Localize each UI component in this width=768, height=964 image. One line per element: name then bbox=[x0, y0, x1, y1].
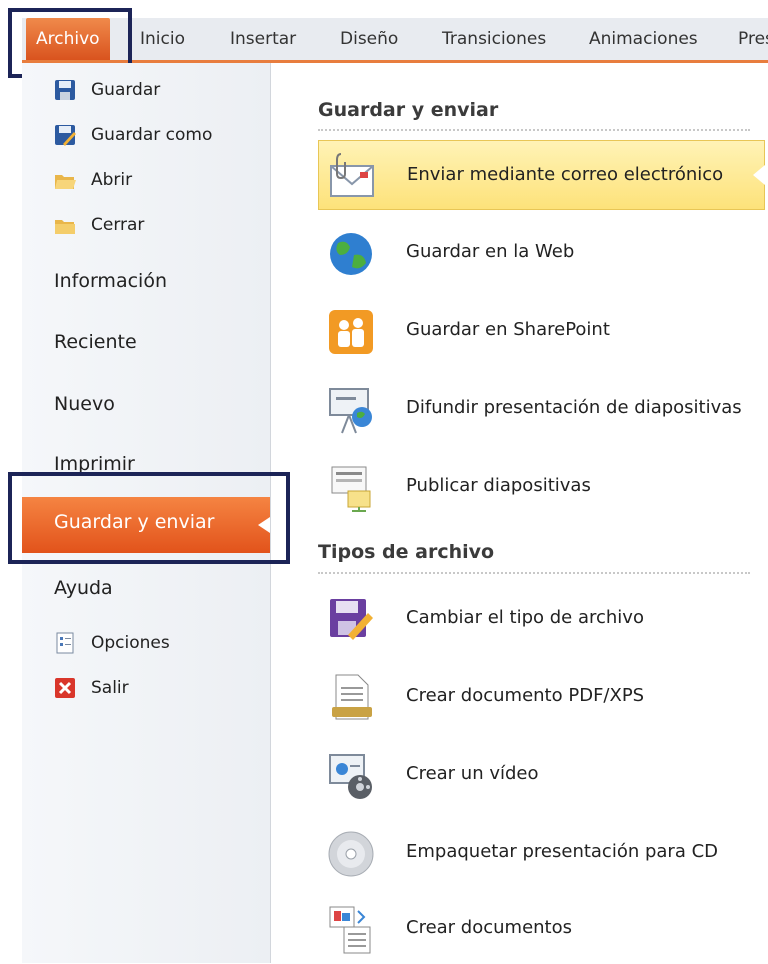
change-file-type-icon bbox=[326, 595, 376, 645]
tab-diseno[interactable]: Diseño bbox=[340, 18, 398, 60]
nav-nuevo[interactable]: Nuevo bbox=[54, 393, 115, 415]
tab-insertar[interactable]: Insertar bbox=[230, 18, 296, 60]
option-label: Crear documento PDF/XPS bbox=[406, 685, 645, 706]
nav-cerrar[interactable]: Cerrar bbox=[54, 210, 144, 240]
option-label: Difundir presentación de diapositivas bbox=[406, 397, 742, 418]
option-label: Cambiar el tipo de archivo bbox=[406, 607, 644, 628]
tab-presentacion[interactable]: Pres bbox=[738, 18, 768, 60]
video-icon bbox=[326, 751, 376, 801]
nav-informacion[interactable]: Información bbox=[54, 270, 167, 292]
sharepoint-icon bbox=[326, 307, 376, 357]
save-as-icon bbox=[54, 124, 76, 146]
nav-guardar-como[interactable]: Guardar como bbox=[54, 120, 212, 150]
exit-icon bbox=[54, 677, 76, 699]
option-cambiar-tipo[interactable]: Cambiar el tipo de archivo bbox=[318, 584, 765, 654]
nav-ayuda[interactable]: Ayuda bbox=[54, 577, 113, 599]
nav-guardar[interactable]: Guardar bbox=[54, 75, 160, 105]
section-divider bbox=[318, 572, 750, 574]
option-label: Guardar en SharePoint bbox=[406, 319, 610, 340]
nav-label: Abrir bbox=[91, 170, 133, 190]
selection-pointer bbox=[753, 165, 765, 185]
option-guardar-web[interactable]: Guardar en la Web bbox=[318, 218, 765, 288]
open-folder-icon bbox=[54, 169, 76, 191]
section-title-tipos-de-archivo: Tipos de archivo bbox=[318, 541, 495, 563]
option-label: Empaquetar presentación para CD bbox=[406, 841, 719, 862]
nav-label: Cerrar bbox=[91, 215, 145, 235]
guardar-y-enviar-highlight-frame bbox=[8, 472, 290, 564]
nav-label: Salir bbox=[91, 678, 129, 698]
save-icon bbox=[54, 79, 76, 101]
section-title-guardar-y-enviar: Guardar y enviar bbox=[318, 99, 499, 121]
option-publicar-diapositivas[interactable]: Publicar diapositivas bbox=[318, 452, 765, 522]
nav-label: Opciones bbox=[91, 633, 170, 653]
tab-inicio[interactable]: Inicio bbox=[140, 18, 185, 60]
option-crear-video[interactable]: Crear un vídeo bbox=[318, 740, 765, 810]
tab-animaciones[interactable]: Animaciones bbox=[589, 18, 698, 60]
nav-reciente[interactable]: Reciente bbox=[54, 331, 137, 353]
option-guardar-sharepoint[interactable]: Guardar en SharePoint bbox=[318, 296, 765, 366]
nav-salir[interactable]: Salir bbox=[54, 673, 129, 703]
option-label: Crear documentos bbox=[406, 917, 573, 938]
broadcast-icon bbox=[326, 385, 376, 435]
close-folder-icon bbox=[54, 214, 76, 236]
nav-abrir[interactable]: Abrir bbox=[54, 165, 132, 195]
section-divider bbox=[318, 129, 750, 131]
ribbon-tab-bar: Archivo Inicio Insertar Diseño Transicio… bbox=[22, 18, 768, 63]
option-enviar-correo[interactable]: Enviar mediante correo electrónico bbox=[318, 140, 765, 210]
option-crear-pdf-xps[interactable]: Crear documento PDF/XPS bbox=[318, 662, 765, 732]
option-label: Guardar en la Web bbox=[406, 241, 575, 262]
nav-label: Guardar como bbox=[91, 125, 213, 145]
tab-transiciones[interactable]: Transiciones bbox=[442, 18, 546, 60]
option-crear-documentos[interactable]: Crear documentos bbox=[318, 894, 765, 964]
option-label: Enviar mediante correo electrónico bbox=[407, 164, 724, 185]
nav-label: Guardar bbox=[91, 80, 161, 100]
pdf-icon bbox=[326, 673, 376, 723]
option-label: Publicar diapositivas bbox=[406, 475, 591, 496]
cd-icon bbox=[326, 829, 376, 879]
email-icon bbox=[327, 152, 377, 202]
globe-icon bbox=[326, 229, 376, 279]
handouts-icon bbox=[326, 905, 376, 955]
options-icon bbox=[54, 632, 76, 654]
option-empaquetar-cd[interactable]: Empaquetar presentación para CD bbox=[318, 818, 765, 888]
nav-opciones[interactable]: Opciones bbox=[54, 628, 170, 658]
publish-slides-icon bbox=[326, 463, 376, 513]
option-label: Crear un vídeo bbox=[406, 763, 539, 784]
option-difundir[interactable]: Difundir presentación de diapositivas bbox=[318, 374, 765, 444]
